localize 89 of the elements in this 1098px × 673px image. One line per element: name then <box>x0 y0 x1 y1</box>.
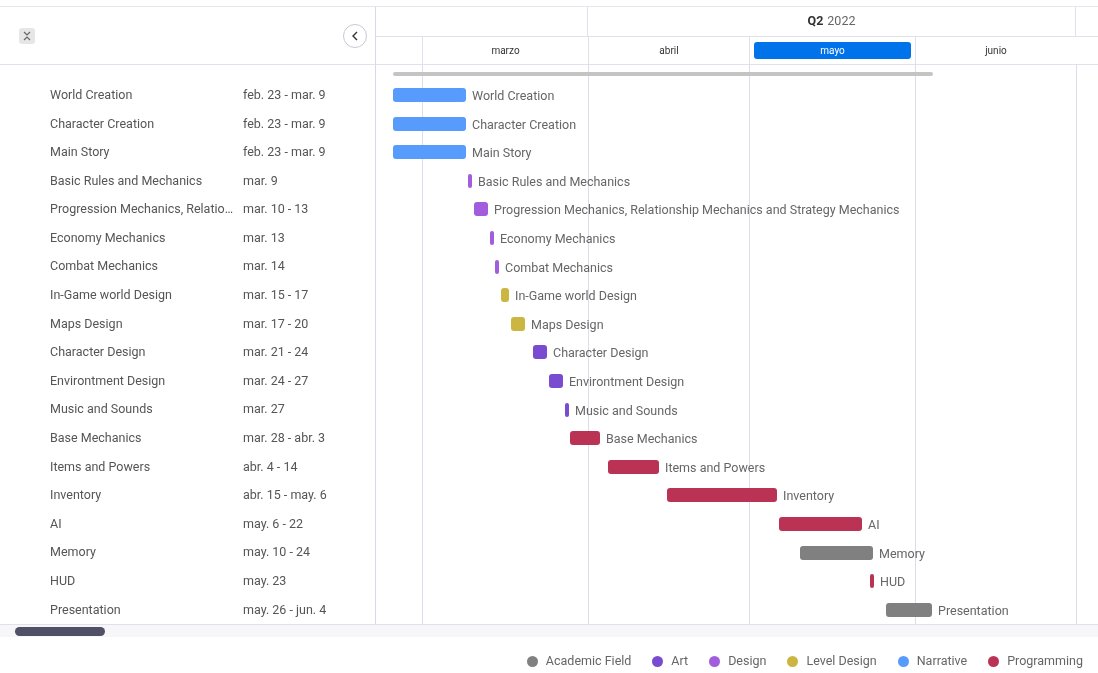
bar-label: Character Design <box>553 344 649 363</box>
bar-label: Main Story <box>472 144 532 163</box>
task-name: Inventory <box>50 486 103 505</box>
bar-label: Environtment Design <box>569 372 685 391</box>
task-dates: feb. 23 - mar. 9 <box>243 85 326 104</box>
legend-label: Design <box>728 652 767 671</box>
task-name: Economy Mechanics <box>50 228 167 247</box>
bar-label: AI <box>868 515 880 534</box>
bar-label: Economy Mechanics <box>500 229 616 248</box>
task-name: Presentation <box>50 600 122 619</box>
bar-label: Progression Mechanics, Relationship Mechanics and Strategy Mechanics <box>494 201 900 220</box>
task-name: Items and Powers <box>50 457 152 476</box>
task-dates: may. 6 - 22 <box>243 514 304 533</box>
bar-label: Inventory <box>783 487 835 506</box>
quarter-label: Q2 <box>807 12 824 31</box>
task-dates: feb. 23 - mar. 9 <box>243 114 326 133</box>
collapse-icon[interactable] <box>19 27 35 44</box>
collapse-panel-button[interactable] <box>343 23 367 48</box>
bar-label: World Creation <box>472 87 555 105</box>
chevron-left-icon <box>351 30 359 41</box>
bar-label: In-Game world Design <box>515 287 637 306</box>
bar-label: Character Creation <box>472 115 577 134</box>
task-dates: mar. 9 <box>243 171 278 190</box>
bar-label: Base Mechanics <box>606 430 698 449</box>
month-tab[interactable]: marzo <box>427 42 584 59</box>
task-bar[interactable] <box>393 145 466 160</box>
task-bar[interactable] <box>490 230 494 245</box>
scrollbar-thumb[interactable] <box>15 626 105 636</box>
task-bar[interactable] <box>608 459 659 474</box>
task-dates: mar. 17 - 20 <box>243 314 309 333</box>
task-bar[interactable] <box>870 574 874 589</box>
bar-label: Music and Sounds <box>575 401 678 420</box>
bar-label: Memory <box>879 544 925 563</box>
month-tab[interactable]: junio <box>920 42 1072 59</box>
task-bar[interactable] <box>549 373 563 388</box>
task-name: Environtment Design <box>50 371 167 390</box>
task-name: Character Design <box>50 343 147 362</box>
task-bar[interactable] <box>474 202 488 217</box>
task-dates: mar. 21 - 24 <box>243 343 309 362</box>
task-bar[interactable] <box>468 173 472 188</box>
task-name: AI <box>50 514 63 533</box>
legend-label: Programming <box>1007 652 1083 671</box>
task-bar[interactable] <box>565 402 569 417</box>
task-bar[interactable] <box>800 545 873 560</box>
task-dates: mar. 24 - 27 <box>243 371 309 390</box>
task-name: Memory <box>50 543 97 562</box>
legend-label: Academic Field <box>545 652 632 671</box>
task-name: Music and Sounds <box>50 400 154 419</box>
task-bar[interactable] <box>570 431 600 446</box>
task-dates: mar. 10 - 13 <box>243 200 309 219</box>
legend-label: Narrative <box>916 652 968 671</box>
task-name: Character Creation <box>50 114 156 133</box>
bar-label: Items and Powers <box>665 458 766 477</box>
task-name: World Creation <box>50 85 134 104</box>
task-dates: mar. 27 <box>243 400 285 419</box>
task-bar[interactable] <box>886 602 932 617</box>
bar-label: HUD <box>880 573 906 592</box>
task-bar[interactable] <box>667 488 777 503</box>
bar-label: Combat Mechanics <box>505 258 613 277</box>
month-tab[interactable]: abril <box>593 42 745 59</box>
task-bar[interactable] <box>495 259 499 274</box>
task-dates: may. 26 - jun. 4 <box>243 600 327 619</box>
task-dates: mar. 13 <box>243 228 285 247</box>
task-dates: abr. 4 - 14 <box>243 457 298 476</box>
bar-label: Presentation <box>938 601 1009 620</box>
task-dates: mar. 15 - 17 <box>243 286 309 305</box>
task-name: Progression Mechanics, Relatio… <box>50 200 235 219</box>
task-dates: may. 10 - 24 <box>243 543 311 562</box>
task-name: Base Mechanics <box>50 429 143 448</box>
task-name: In-Game world Design <box>50 286 173 305</box>
task-dates: abr. 15 - may. 6 <box>243 486 327 505</box>
task-name: Combat Mechanics <box>50 257 159 276</box>
task-name: Main Story <box>50 143 111 162</box>
task-name: Maps Design <box>50 314 124 333</box>
task-dates: mar. 14 <box>243 257 285 276</box>
task-name: Basic Rules and Mechanics <box>50 171 204 190</box>
year-label: 2022 <box>827 12 856 31</box>
bar-label: Maps Design <box>531 315 604 334</box>
task-bar[interactable] <box>533 345 547 360</box>
task-bar[interactable] <box>393 116 466 131</box>
legend-label: Level Design <box>806 652 877 671</box>
task-name: HUD <box>50 572 77 590</box>
task-dates: may. 23 <box>243 572 287 590</box>
legend-label: Art <box>671 652 689 671</box>
task-dates: mar. 28 - abr. 3 <box>243 429 326 448</box>
bar-label: Basic Rules and Mechanics <box>478 172 631 191</box>
month-tab[interactable]: mayo <box>754 42 911 59</box>
task-bar[interactable] <box>779 516 862 531</box>
task-dates: feb. 23 - mar. 9 <box>243 143 326 162</box>
